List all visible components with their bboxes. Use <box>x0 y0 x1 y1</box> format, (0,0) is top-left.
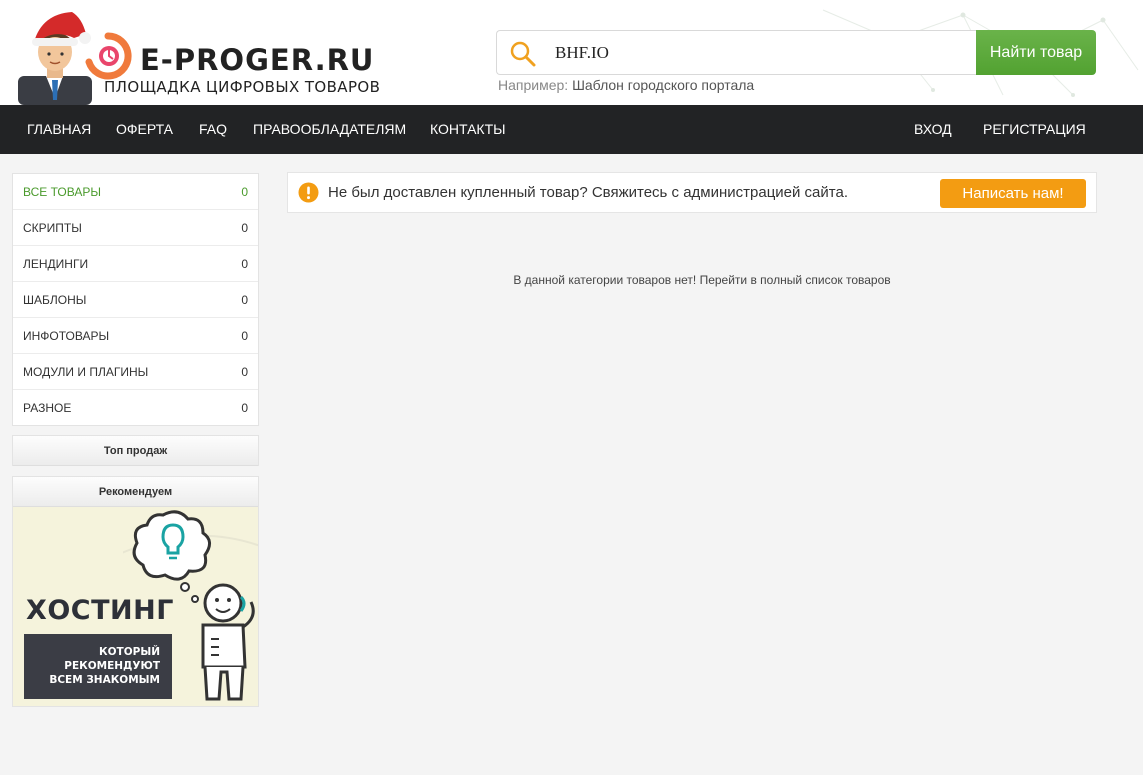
recommend-heading: Рекомендуем <box>13 477 258 507</box>
top-sales-panel[interactable]: Топ продаж <box>12 435 259 466</box>
search-box <box>496 30 978 75</box>
search-input[interactable] <box>555 39 955 67</box>
search-hint-prefix: Например: <box>498 77 569 93</box>
category-item-infoproducts[interactable]: ИНФОТОВАРЫ 0 <box>13 318 258 354</box>
category-label: ИНФОТОВАРЫ <box>23 329 110 343</box>
search-button[interactable]: Найти товар <box>976 30 1096 75</box>
category-item-templates[interactable]: ШАБЛОНЫ 0 <box>13 282 258 318</box>
search-icon <box>510 41 536 67</box>
category-item-misc[interactable]: РАЗНОЕ 0 <box>13 390 258 425</box>
category-count: 0 <box>241 329 248 343</box>
top-sales-heading[interactable]: Топ продаж <box>13 436 258 466</box>
category-count: 0 <box>241 293 248 307</box>
category-label: МОДУЛИ И ПЛАГИНЫ <box>23 365 149 379</box>
nav-register[interactable]: РЕГИСТРАЦИЯ <box>983 105 1086 154</box>
category-item-modules[interactable]: МОДУЛИ И ПЛАГИНЫ 0 <box>13 354 258 390</box>
nav-contacts[interactable]: КОНТАКТЫ <box>430 105 506 154</box>
alert-message: Не был доставлен купленный товар? Свяжит… <box>328 184 848 201</box>
category-list: ВСЕ ТОВАРЫ 0 СКРИПТЫ 0 ЛЕНДИНГИ 0 ШАБЛОН… <box>12 173 259 426</box>
category-item-landings[interactable]: ЛЕНДИНГИ 0 <box>13 246 258 282</box>
exclamation-icon <box>298 182 319 203</box>
site-title[interactable]: E-PROGER.RU <box>140 46 374 75</box>
category-label: ШАБЛОНЫ <box>23 293 87 307</box>
category-count: 0 <box>241 257 248 271</box>
category-item-all[interactable]: ВСЕ ТОВАРЫ 0 <box>13 174 258 210</box>
search-hint: Например: Шаблон городского портала <box>498 77 754 93</box>
empty-message-text: В данной категории товаров нет! <box>513 273 697 287</box>
category-count: 0 <box>241 365 248 379</box>
recommend-panel: Рекомендуем ХОСТИНГ КОТОРЫЙ РЕКОМЕНДУЮТ … <box>12 476 259 707</box>
search-hint-example[interactable]: Шаблон городского портала <box>572 77 754 93</box>
banner-caption-box: КОТОРЫЙ РЕКОМЕНДУЮТ ВСЕМ ЗНАКОМЫМ <box>24 634 172 699</box>
category-count: 0 <box>241 185 248 199</box>
category-label: РАЗНОЕ <box>23 401 72 415</box>
nav-home[interactable]: ГЛАВНАЯ <box>27 105 91 154</box>
banner-title: ХОСТИНГ <box>26 595 174 626</box>
site-subtitle: ПЛОЩАДКА ЦИФРОВЫХ ТОВАРОВ <box>104 78 381 96</box>
nav-login[interactable]: ВХОД <box>914 105 952 154</box>
category-count: 0 <box>241 401 248 415</box>
delivery-alert: Не был доставлен купленный товар? Свяжит… <box>287 172 1097 213</box>
empty-category-message: В данной категории товаров нет! Перейти … <box>287 272 1117 288</box>
hosting-banner[interactable]: ХОСТИНГ КОТОРЫЙ РЕКОМЕНДУЮТ ВСЕМ ЗНАКОМЫ… <box>13 507 258 706</box>
category-label: ЛЕНДИНГИ <box>23 257 89 271</box>
category-label: СКРИПТЫ <box>23 221 82 235</box>
category-item-scripts[interactable]: СКРИПТЫ 0 <box>13 210 258 246</box>
nav-rightholders[interactable]: ПРАВООБЛАДАТЕЛЯМ <box>253 105 406 154</box>
nav-faq[interactable]: FAQ <box>199 105 227 154</box>
full-list-link[interactable]: Перейти в полный список товаров <box>700 273 891 287</box>
site-header: E-PROGER.RU ПЛОЩАДКА ЦИФРОВЫХ ТОВАРОВ На… <box>0 0 1143 105</box>
main-nav: ГЛАВНАЯ ОФЕРТА FAQ ПРАВООБЛАДАТЕЛЯМ КОНТ… <box>0 105 1143 154</box>
nav-offer[interactable]: ОФЕРТА <box>116 105 173 154</box>
category-label: ВСЕ ТОВАРЫ <box>23 185 101 199</box>
banner-caption: КОТОРЫЙ РЕКОМЕНДУЮТ ВСЕМ ЗНАКОМЫМ <box>49 646 160 686</box>
contact-us-button[interactable]: Написать нам! <box>940 179 1086 208</box>
category-count: 0 <box>241 221 248 235</box>
logo-mark-icon <box>85 32 132 80</box>
